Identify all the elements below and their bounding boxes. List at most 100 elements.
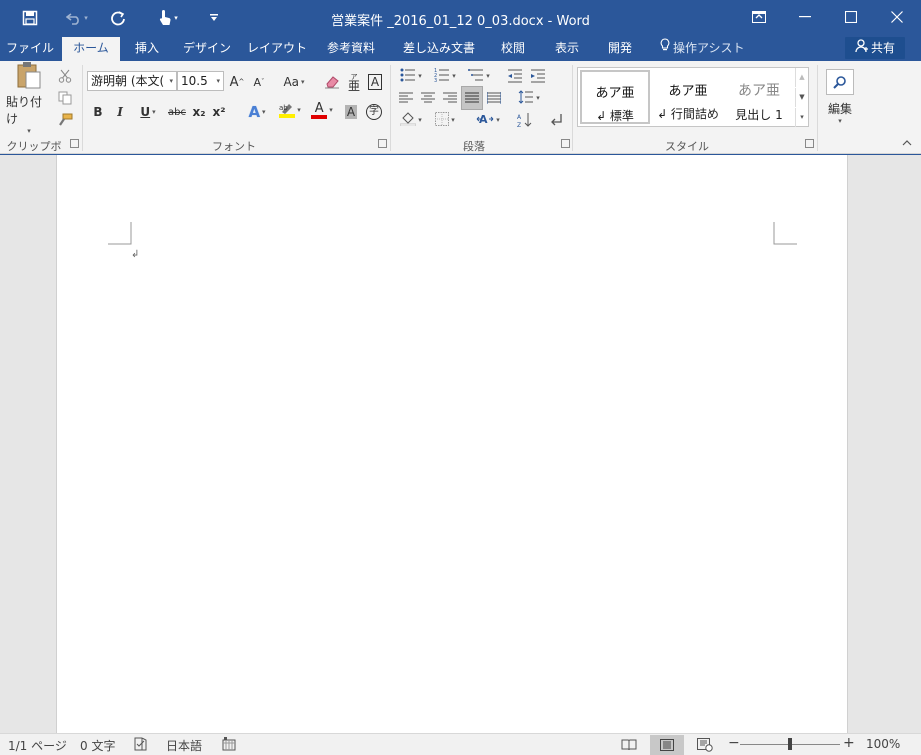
- tab-file[interactable]: ファイル: [0, 37, 60, 61]
- redo-icon[interactable]: [106, 6, 130, 30]
- tab-home[interactable]: ホーム: [62, 37, 120, 61]
- styles-launcher-icon[interactable]: [805, 139, 814, 148]
- enclose-characters-icon[interactable]: 字: [364, 101, 384, 123]
- gallery-more-icon[interactable]: ▾: [795, 108, 808, 127]
- asian-layout-button[interactable]: A ▾: [472, 109, 504, 131]
- multilevel-list-icon: [468, 68, 484, 85]
- character-border-icon[interactable]: A: [366, 71, 384, 93]
- font-launcher-icon[interactable]: [378, 139, 387, 148]
- underline-icon: U: [140, 105, 151, 119]
- save-icon[interactable]: [18, 6, 42, 30]
- bullets-button[interactable]: ▾: [396, 65, 426, 87]
- margin-corner-mark: [773, 222, 797, 245]
- editing-label: 編集: [827, 102, 852, 116]
- copy-icon[interactable]: [56, 87, 74, 109]
- increase-indent-icon[interactable]: [528, 65, 548, 87]
- cut-icon[interactable]: [56, 65, 74, 87]
- document-page[interactable]: ↲: [56, 155, 848, 733]
- superscript-button[interactable]: x²: [210, 101, 228, 123]
- borders-button[interactable]: ▾: [430, 109, 460, 131]
- decrease-indent-icon[interactable]: [505, 65, 525, 87]
- status-bar: 1/1 ページ 0 文字 日本語 − + 100%: [0, 733, 921, 755]
- line-spacing-button[interactable]: ▾: [514, 87, 544, 109]
- paste-button[interactable]: 貼り付け ▾: [6, 61, 52, 135]
- clipboard-icon: [14, 60, 44, 93]
- editing-button[interactable]: 編集 ▾: [822, 65, 858, 129]
- touch-mode-icon[interactable]: ▾: [150, 6, 186, 30]
- line-spacing-icon: [518, 89, 534, 107]
- change-case-button[interactable]: Aa ▾: [278, 71, 310, 93]
- multilevel-list-button[interactable]: ▾: [464, 65, 494, 87]
- sort-icon[interactable]: AZ: [514, 109, 536, 131]
- gallery-scroll-up-icon[interactable]: ▲: [795, 68, 808, 87]
- customize-qat-icon[interactable]: [204, 6, 224, 30]
- font-name-combo[interactable]: 游明朝 (本文(▾: [87, 71, 177, 91]
- underline-button[interactable]: U ▾: [134, 101, 162, 123]
- paragraph-group-label: 段落: [463, 140, 485, 153]
- ribbon: 貼り付け ▾ クリップボード 游明朝 (本文(▾ 10.5▾ A^ Aˇ Aa▾…: [0, 61, 921, 169]
- language[interactable]: 日本語: [166, 737, 202, 754]
- distributed-icon[interactable]: [484, 87, 504, 109]
- style-normal[interactable]: あア亜 ↲ 標準: [580, 70, 650, 124]
- paragraph-launcher-icon[interactable]: [561, 139, 570, 148]
- show-formatting-marks-icon[interactable]: [546, 109, 568, 131]
- align-right-icon[interactable]: [440, 87, 460, 109]
- align-left-icon[interactable]: [396, 87, 416, 109]
- minimize-button[interactable]: [782, 0, 828, 34]
- svg-text:3: 3: [434, 78, 437, 82]
- italic-button[interactable]: I: [112, 101, 128, 123]
- format-painter-icon[interactable]: [56, 109, 74, 131]
- web-layout-icon[interactable]: [688, 735, 722, 755]
- justify-icon[interactable]: [461, 86, 483, 110]
- tab-review[interactable]: 校閲: [492, 37, 534, 61]
- numbering-button[interactable]: 1 2 3 ▾: [430, 65, 460, 87]
- style-sample: あア亜: [595, 86, 635, 101]
- strikethrough-button[interactable]: abc: [166, 101, 188, 123]
- collapse-ribbon-icon[interactable]: [898, 135, 916, 151]
- style-no-spacing[interactable]: あア亜 ↲ 行間詰め: [653, 70, 723, 124]
- zoom-level[interactable]: 100%: [866, 737, 900, 751]
- tab-mailings[interactable]: 差し込み文書: [394, 37, 484, 61]
- share-button[interactable]: 共有: [845, 37, 905, 59]
- proofing-icon[interactable]: [134, 737, 148, 754]
- zoom-out-button[interactable]: −: [728, 735, 740, 751]
- clipboard-launcher-icon[interactable]: [70, 139, 79, 148]
- text-effects-button[interactable]: A ▾: [242, 101, 272, 123]
- clear-formatting-icon[interactable]: [322, 71, 342, 93]
- tab-insert[interactable]: 挿入: [124, 37, 170, 61]
- highlight-button[interactable]: ab ▾: [274, 99, 306, 121]
- shading-button[interactable]: ▾: [396, 109, 426, 131]
- tab-layout[interactable]: レイアウト: [244, 37, 310, 61]
- tell-me-box[interactable]: 操作アシスト: [660, 37, 745, 61]
- tab-references[interactable]: 参考資料: [318, 37, 384, 61]
- maximize-button[interactable]: [828, 0, 874, 34]
- zoom-in-button[interactable]: +: [843, 735, 855, 751]
- highlighter-icon: ab: [279, 102, 296, 118]
- font-size-combo[interactable]: 10.5 ▾: [177, 71, 224, 91]
- shrink-font-button[interactable]: Aˇ: [250, 71, 268, 93]
- print-layout-icon[interactable]: [650, 735, 684, 755]
- align-center-icon[interactable]: [418, 87, 438, 109]
- page-count[interactable]: 1/1 ページ: [8, 737, 67, 754]
- word-count[interactable]: 0 文字: [80, 737, 115, 754]
- zoom-slider-thumb[interactable]: [788, 738, 792, 750]
- style-heading-1[interactable]: あア亜 見出し 1: [724, 70, 794, 124]
- asian-layout-icon: A: [476, 112, 494, 129]
- close-button[interactable]: [874, 0, 920, 34]
- macro-record-icon[interactable]: [222, 737, 236, 754]
- tab-view[interactable]: 表示: [546, 37, 588, 61]
- font-color-button[interactable]: A ▾: [308, 99, 336, 121]
- character-shading-icon[interactable]: A: [342, 101, 360, 123]
- bold-button[interactable]: B: [90, 101, 106, 123]
- subscript-button[interactable]: x₂: [190, 101, 208, 123]
- ribbon-display-options-icon[interactable]: [736, 0, 782, 34]
- style-name: ↲ 標準: [596, 109, 634, 123]
- tab-design[interactable]: デザイン: [178, 37, 236, 61]
- font-color-icon: A: [314, 100, 324, 116]
- grow-font-button[interactable]: A ^: [228, 71, 246, 93]
- undo-icon[interactable]: ▾: [60, 6, 94, 30]
- read-mode-icon[interactable]: [612, 735, 646, 755]
- phonetic-guide-icon[interactable]: ア亜: [344, 71, 364, 93]
- tab-developer[interactable]: 開発: [598, 37, 642, 61]
- gallery-scroll-down-icon[interactable]: ▼: [795, 88, 808, 107]
